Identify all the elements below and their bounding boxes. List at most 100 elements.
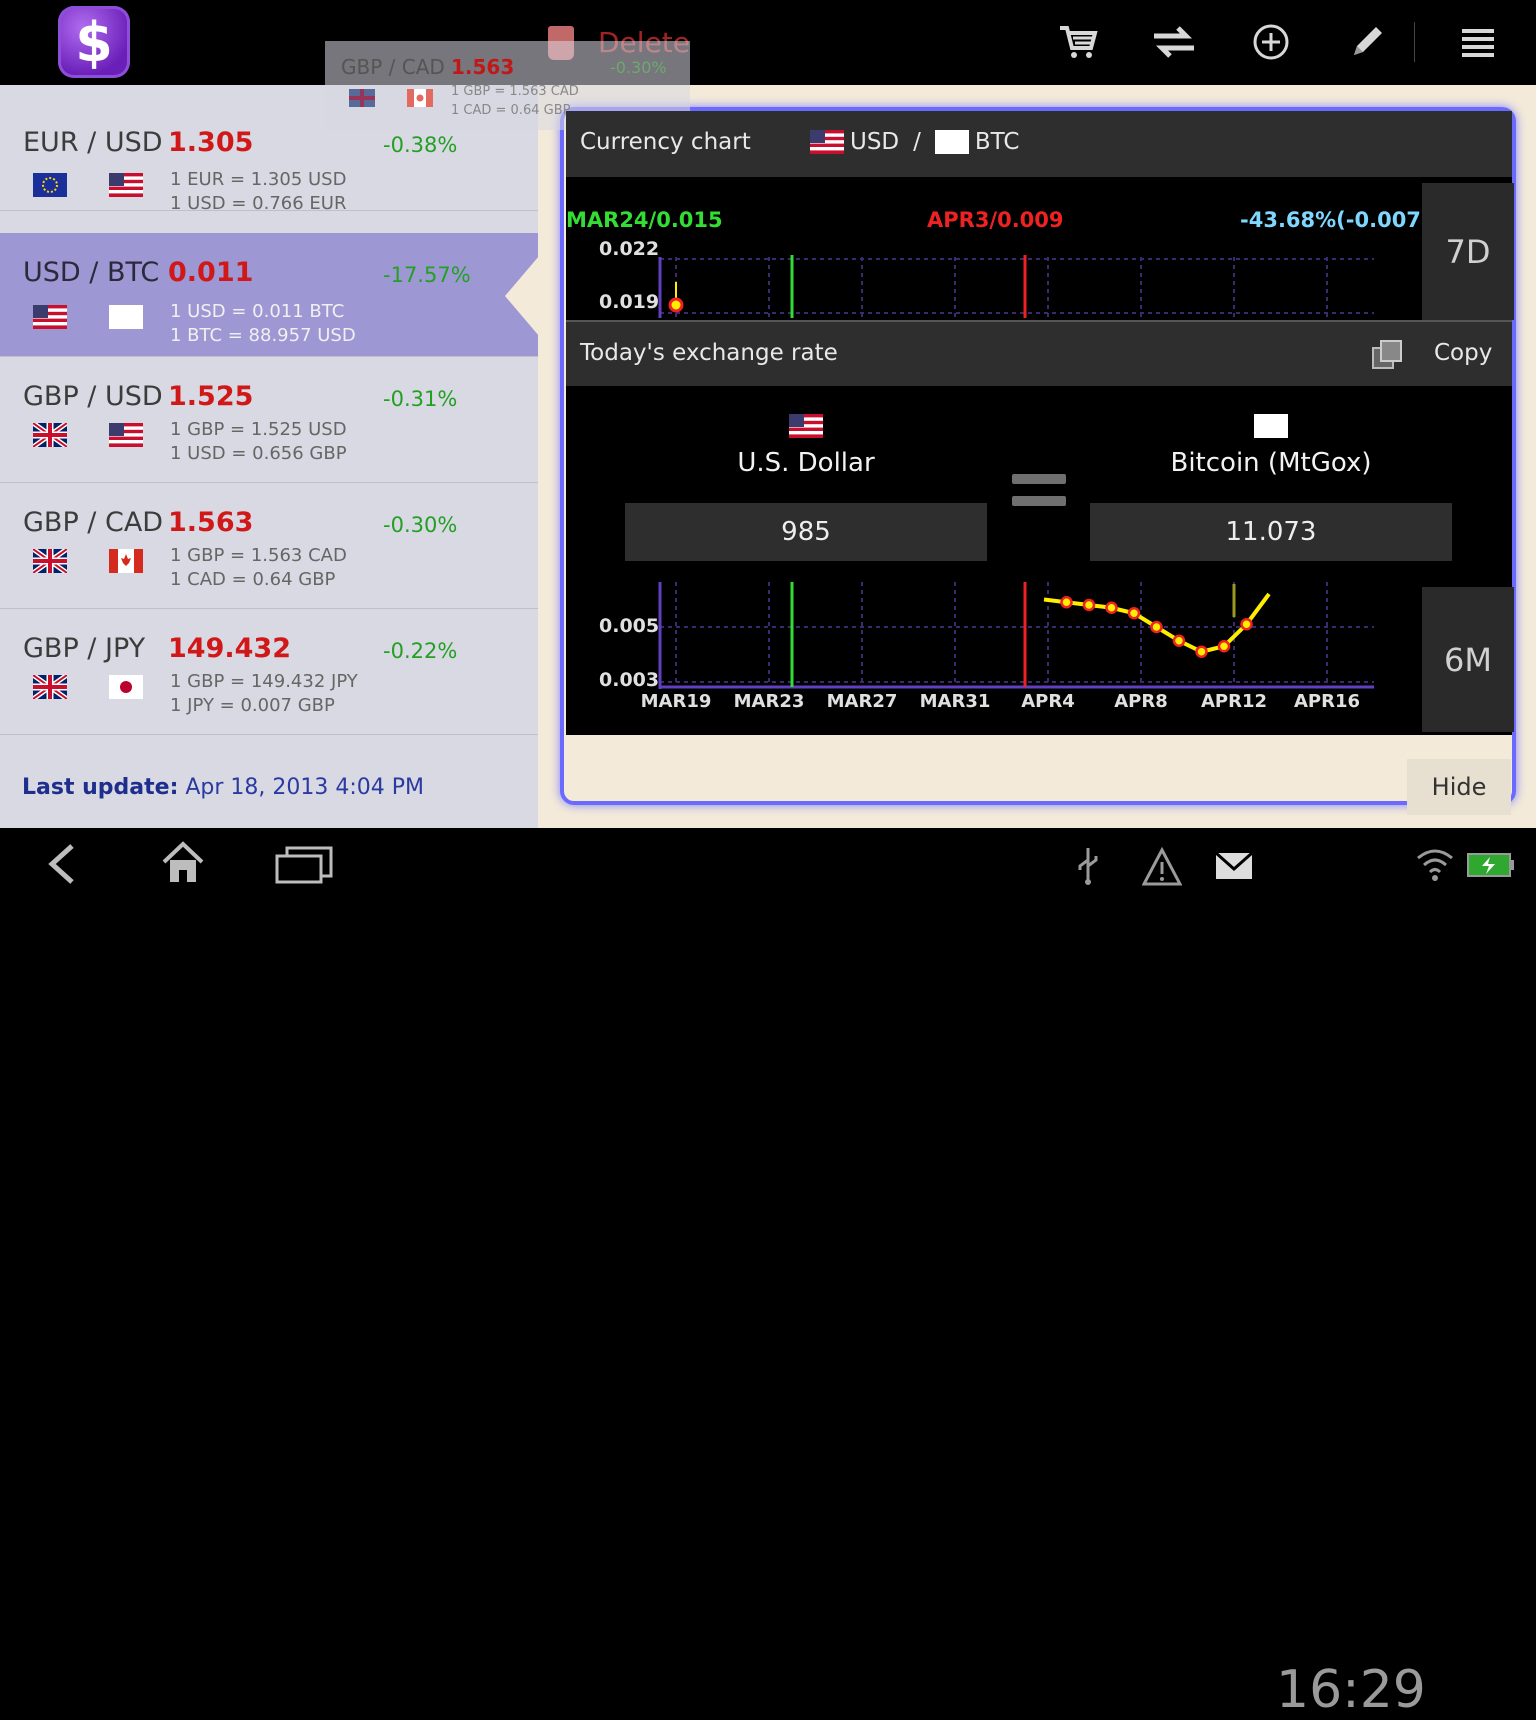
series-point xyxy=(1240,618,1253,631)
ca-flag-icon xyxy=(109,549,143,577)
usb-icon xyxy=(1072,846,1104,890)
us-flag-icon xyxy=(33,305,67,333)
recent-apps-icon[interactable] xyxy=(275,846,333,888)
jp-flag-icon xyxy=(109,675,143,703)
hide-button[interactable]: Hide xyxy=(1407,759,1511,815)
gmail-icon xyxy=(1214,850,1254,886)
rate-value: 1.563 xyxy=(451,55,515,79)
rate-line-1: 1 GBP = 149.432 JPY xyxy=(170,671,358,692)
top-series-point xyxy=(668,297,684,313)
rate-value: 0.011 xyxy=(168,257,254,288)
rate-line-2: 1 CAD = 0.64 GBP xyxy=(170,569,336,590)
change-value: -0.31% xyxy=(383,387,458,411)
x-tick-label: MAR23 xyxy=(734,691,805,712)
edit-icon[interactable] xyxy=(1343,18,1391,66)
rate-value: 1.305 xyxy=(168,127,254,158)
rate-line-2: 1 CAD = 0.64 GBP xyxy=(451,103,571,118)
uk-flag-icon xyxy=(31,672,69,703)
status-clock: 16:29 xyxy=(1276,1660,1426,1720)
x-tick-label: APR12 xyxy=(1201,691,1267,712)
copy-button[interactable]: Copy xyxy=(1434,340,1492,366)
selection-pointer xyxy=(505,256,539,336)
app-logo-icon[interactable]: $ xyxy=(58,6,130,78)
bottom-series xyxy=(1043,584,1271,658)
marker-right-label: APR3/0.009 xyxy=(927,208,1064,232)
overflow-menu-icon[interactable] xyxy=(1454,18,1502,66)
last-update: Last update: Apr 18, 2013 4:04 PM xyxy=(22,775,424,800)
series-point xyxy=(1217,640,1231,653)
back-icon[interactable] xyxy=(44,842,80,890)
actionbar-divider xyxy=(1414,22,1415,62)
rate-line-2: 1 BTC = 88.957 USD xyxy=(170,325,356,346)
list-item-selected[interactable]: USD / BTC 0.011 -17.57% 1 USD = 0.011 BT… xyxy=(0,233,538,357)
us-flag-icon xyxy=(810,130,844,154)
change-value: -0.30% xyxy=(610,58,667,77)
currency-chart-header: Currency chart USD / BTC xyxy=(566,111,1512,177)
series-point xyxy=(1060,596,1073,609)
eu-flag-icon xyxy=(33,173,67,201)
list-item[interactable]: GBP / USD 1.525 -0.31% 1 GBP = 1.525 USD… xyxy=(0,357,538,483)
range-7d-button[interactable]: 7D xyxy=(1422,183,1514,320)
home-icon[interactable] xyxy=(160,840,206,890)
x-tick-label: APR8 xyxy=(1114,691,1168,712)
change-value: -0.38% xyxy=(383,133,458,157)
x-tick-label: MAR27 xyxy=(827,691,898,712)
top-grid xyxy=(660,257,1374,318)
uk-flag-icon xyxy=(31,420,69,451)
series-point xyxy=(1195,645,1208,658)
list-item[interactable]: GBP / JPY 149.432 -0.22% 1 GBP = 149.432… xyxy=(0,609,538,735)
range-6m-button[interactable]: 6M xyxy=(1422,587,1514,732)
quote-currency: BTC xyxy=(974,129,1020,155)
left-amount-input[interactable]: 985 xyxy=(625,503,987,561)
right-amount-input[interactable]: 11.073 xyxy=(1090,503,1452,561)
change-value: -17.57% xyxy=(383,263,471,287)
x-tick-label: MAR31 xyxy=(920,691,991,712)
us-flag-icon xyxy=(109,423,143,451)
left-currency-name: U.S. Dollar xyxy=(737,448,875,478)
wifi-icon xyxy=(1414,846,1456,886)
series-point xyxy=(1127,607,1141,620)
us-flag-icon xyxy=(109,173,143,201)
pair-label: USD / BTC xyxy=(23,257,160,288)
ca-flag-icon xyxy=(407,89,433,111)
pair-label: GBP / CAD xyxy=(341,55,445,79)
copy-icon[interactable] xyxy=(1372,340,1402,369)
rate-line-1: 1 GBP = 1.525 USD xyxy=(170,419,347,440)
series-point xyxy=(1105,601,1118,614)
equals-icon xyxy=(1012,474,1066,508)
pair-label: GBP / USD xyxy=(23,381,163,412)
rate-value: 1.563 xyxy=(168,507,254,538)
exchange-rate-header: Today's exchange rate Copy xyxy=(566,320,1512,386)
rate-line-1: 1 EUR = 1.305 USD xyxy=(170,169,347,190)
action-bar: $ Delete xyxy=(0,0,1536,85)
cart-icon[interactable] xyxy=(1054,18,1102,66)
x-tick-label: APR4 xyxy=(1021,691,1075,712)
pair-label: GBP / CAD xyxy=(23,507,164,538)
rate-line-2: 1 USD = 0.766 EUR xyxy=(170,193,347,214)
series-point xyxy=(1082,598,1096,612)
add-icon[interactable] xyxy=(1247,18,1295,66)
right-currency-name: Bitcoin (MtGox) xyxy=(1170,448,1372,478)
rate-line-1: 1 USD = 0.011 BTC xyxy=(170,301,345,322)
x-tick-label: APR16 xyxy=(1294,691,1360,712)
currency-pair-selector[interactable]: USD / BTC xyxy=(810,129,1019,155)
battery-icon xyxy=(1466,850,1516,884)
warning-icon xyxy=(1141,846,1183,890)
exchange-title: Today's exchange rate xyxy=(580,340,838,366)
rate-value: 149.432 xyxy=(168,633,291,664)
swap-icon[interactable] xyxy=(1150,18,1198,66)
series-point xyxy=(1150,620,1163,634)
rate-line-1: 1 GBP = 1.563 CAD xyxy=(451,84,579,99)
rate-line-2: 1 JPY = 0.007 GBP xyxy=(170,695,335,716)
btc-flag-icon xyxy=(1254,414,1288,442)
ytick-label: 0.022 xyxy=(599,238,659,260)
list-item[interactable]: GBP / CAD 1.563 -0.30% 1 GBP = 1.563 CAD… xyxy=(0,483,538,609)
x-axis-labels: MAR19 MAR23 MAR27 MAR31 APR4 APR8 APR12 APR16 xyxy=(641,691,1360,712)
ytick-label: 0.019 xyxy=(599,291,659,313)
currency-list: EUR / USD 1.305 -0.38% 1 EUR = 1.305 USD… xyxy=(0,85,538,828)
x-tick-label: MAR19 xyxy=(641,691,712,712)
us-flag-icon xyxy=(789,414,823,442)
dollar-glyph: $ xyxy=(75,10,113,74)
marker-left-label: MAR24/0.015 xyxy=(566,208,723,232)
pair-label: GBP / JPY xyxy=(23,633,146,664)
